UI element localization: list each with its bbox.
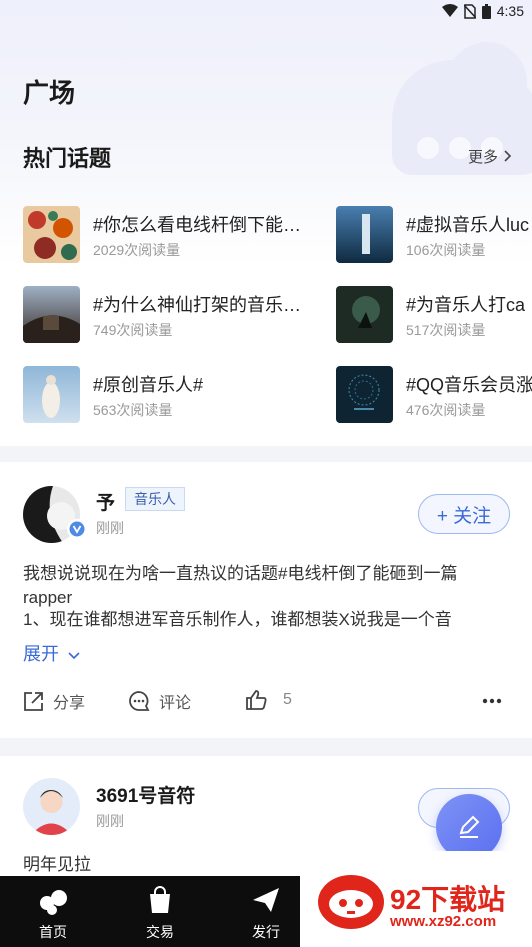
verified-icon bbox=[69, 521, 85, 537]
topic-read-count: 749次阅读量 bbox=[93, 322, 173, 338]
tab-label: 发行 bbox=[252, 924, 280, 940]
topic-thumbnail bbox=[336, 206, 393, 263]
watermark-logo-icon bbox=[318, 875, 384, 929]
post-text-line: 我想说说现在为啥一直热议的话题#电线杆倒了能砸到一篇 bbox=[23, 564, 458, 583]
like-count: 5 bbox=[283, 691, 292, 708]
topic-title: #为什么神仙打架的音乐… bbox=[93, 295, 302, 315]
avatar[interactable] bbox=[23, 778, 80, 835]
more-label: 更多 bbox=[468, 149, 499, 166]
comment-button[interactable]: 评论 bbox=[128, 689, 191, 713]
topic-item[interactable]: #QQ音乐会员涨 476次阅读量 bbox=[336, 366, 532, 424]
topic-read-count: 517次阅读量 bbox=[406, 322, 486, 338]
tab-label: 交易 bbox=[146, 924, 174, 940]
send-icon bbox=[253, 888, 279, 912]
post-time: 刚刚 bbox=[96, 520, 124, 536]
follow-button[interactable]: + 关注 bbox=[418, 494, 510, 534]
wifi-icon bbox=[441, 4, 458, 17]
share-label: 分享 bbox=[53, 695, 86, 712]
topic-read-count: 476次阅读量 bbox=[406, 402, 486, 418]
share-icon bbox=[24, 691, 43, 711]
post-text-line: 1、现在谁都想进军音乐制作人，谁都想装X说我是一个音 bbox=[23, 610, 452, 629]
chevron-right-icon bbox=[504, 150, 512, 162]
more-dots-icon bbox=[482, 698, 502, 704]
status-bar: 4:35 bbox=[0, 0, 532, 24]
topic-item[interactable]: #虚拟音乐人luc 106次阅读量 bbox=[336, 206, 532, 264]
topic-item[interactable]: #你怎么看电线杆倒下能… 2029次阅读量 bbox=[23, 206, 323, 264]
tab-home[interactable]: 首页 bbox=[13, 876, 93, 947]
topic-item[interactable]: #原创音乐人# 563次阅读量 bbox=[23, 366, 323, 424]
bag-icon bbox=[150, 886, 170, 913]
topic-read-count: 563次阅读量 bbox=[93, 402, 173, 418]
post-text: 明年见拉 bbox=[23, 855, 91, 874]
topic-thumbnail bbox=[336, 286, 393, 343]
topic-item[interactable]: #为什么神仙打架的音乐… 749次阅读量 bbox=[23, 286, 323, 344]
tab-trade[interactable]: 交易 bbox=[120, 876, 200, 947]
comment-label: 评论 bbox=[159, 695, 192, 712]
post-time: 刚刚 bbox=[96, 813, 124, 829]
topic-read-count: 2029次阅读量 bbox=[93, 242, 181, 258]
tab-label: 首页 bbox=[39, 924, 67, 940]
post-text-line: rapper bbox=[23, 588, 73, 607]
watermark: 92下载站 www.xz92.com bbox=[300, 851, 532, 947]
share-button[interactable]: 分享 bbox=[23, 689, 85, 713]
expand-label: 展开 bbox=[23, 644, 59, 664]
hot-topics-title: 热门话题 bbox=[23, 146, 112, 171]
topic-thumbnail bbox=[23, 206, 80, 263]
watermark-url: www.xz92.com bbox=[390, 913, 497, 930]
pencil-icon bbox=[459, 815, 480, 838]
thumbs-up-icon bbox=[246, 690, 267, 710]
watermark-brand: 92下载站 bbox=[390, 884, 506, 915]
battery-icon bbox=[481, 3, 491, 19]
user-tag: 音乐人 bbox=[125, 487, 185, 511]
more-options-button[interactable] bbox=[482, 698, 502, 704]
topic-title: #你怎么看电线杆倒下能… bbox=[93, 215, 302, 235]
like-button[interactable]: 5 bbox=[245, 689, 292, 711]
topic-title: #虚拟音乐人luc bbox=[406, 215, 530, 235]
topic-read-count: 106次阅读量 bbox=[406, 242, 486, 258]
status-time: 4:35 bbox=[496, 3, 524, 19]
topic-thumbnail bbox=[23, 286, 80, 343]
more-link[interactable]: 更多 bbox=[468, 146, 512, 167]
chevron-down-icon bbox=[68, 652, 80, 660]
user-name[interactable]: 3691号音符 bbox=[96, 781, 195, 808]
topic-item[interactable]: #为音乐人打ca 517次阅读量 bbox=[336, 286, 532, 344]
home-icon bbox=[40, 890, 67, 915]
page-title: 广场 bbox=[23, 78, 76, 108]
tab-publish[interactable]: 发行 bbox=[226, 876, 306, 947]
user-name[interactable]: 予 bbox=[96, 488, 115, 515]
topic-title: #原创音乐人# bbox=[93, 375, 204, 395]
no-sim-icon bbox=[463, 3, 476, 19]
cloud-dot bbox=[417, 137, 439, 159]
topic-title: #为音乐人打ca bbox=[406, 295, 526, 315]
topic-thumbnail bbox=[336, 366, 393, 423]
topic-title: #QQ音乐会员涨 bbox=[406, 375, 532, 395]
topic-thumbnail bbox=[23, 366, 80, 423]
verified-badge bbox=[67, 519, 87, 539]
expand-button[interactable]: 展开 bbox=[23, 640, 80, 666]
comment-icon bbox=[129, 691, 150, 711]
